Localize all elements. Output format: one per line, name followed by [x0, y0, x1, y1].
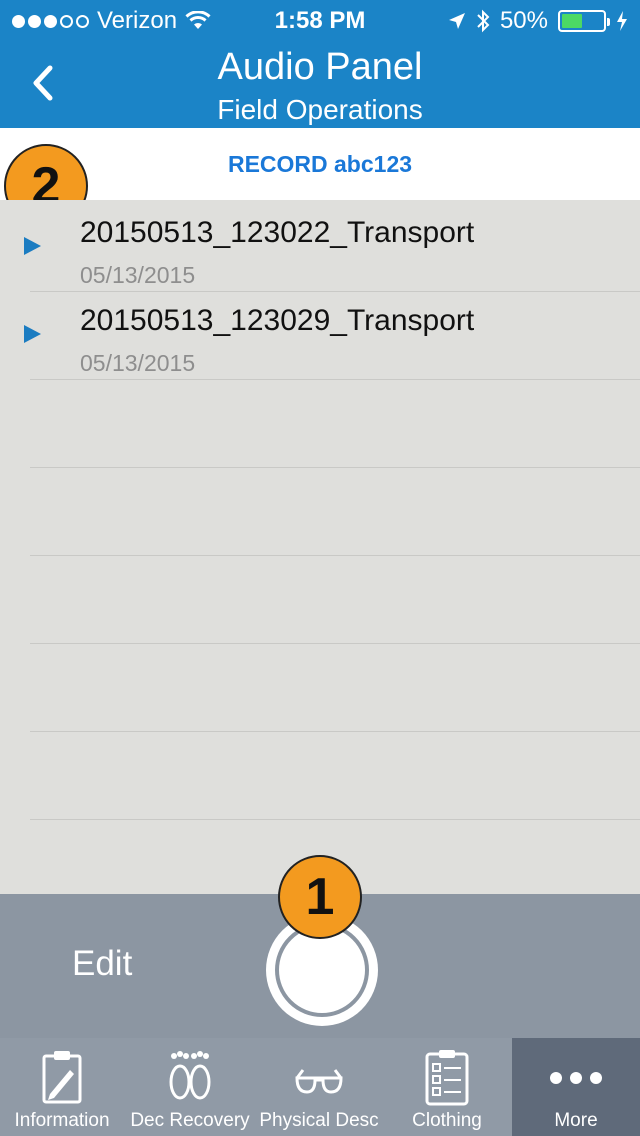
edit-button[interactable]: Edit — [72, 944, 132, 984]
empty-row — [0, 732, 640, 820]
tab-dec-recovery[interactable]: Dec Recovery — [124, 1038, 256, 1136]
record-link[interactable]: RECORD abc123 — [0, 151, 640, 178]
location-arrow-icon — [448, 13, 465, 29]
recording-row[interactable]: 20150513_123022_Transport 05/13/2015 — [0, 204, 640, 292]
tab-label: Information — [14, 1110, 110, 1131]
battery-percent: 50% — [499, 7, 548, 34]
recordings-list: 20150513_123022_Transport 05/13/2015 20150… — [0, 200, 640, 894]
bluetooth-icon — [477, 9, 490, 33]
charging-bolt-icon — [617, 11, 627, 31]
empty-row — [0, 644, 640, 732]
more-dots-icon — [550, 1072, 602, 1084]
tab-more[interactable]: More — [512, 1038, 640, 1136]
recording-name: 20150513_123029_Transport — [80, 304, 475, 337]
row-divider — [30, 819, 640, 820]
status-bar: Verizon 1:58 PM 50% — [0, 0, 640, 40]
empty-row — [0, 468, 640, 556]
play-icon[interactable] — [24, 325, 41, 343]
battery-icon — [558, 10, 610, 32]
page-title: Audio Panel — [217, 46, 423, 88]
glasses-icon — [295, 1069, 343, 1094]
recording-date: 05/13/2015 — [80, 262, 196, 288]
navigation-bar: Audio Panel Field Operations — [0, 40, 640, 128]
tab-bar: Information Dec Recovery Physical Desc C… — [0, 1038, 640, 1136]
empty-row — [0, 380, 640, 468]
tab-label: Dec Recovery — [130, 1110, 250, 1131]
footprints-icon — [169, 1051, 211, 1100]
tab-clothing[interactable]: Clothing — [382, 1038, 512, 1136]
tab-label: Clothing — [412, 1110, 482, 1131]
clipboard-pencil-icon — [42, 1051, 82, 1104]
empty-row — [0, 556, 640, 644]
tab-information[interactable]: Information — [0, 1038, 124, 1136]
tab-label: Physical Desc — [259, 1110, 379, 1131]
record-header: RECORD abc123 — [0, 128, 640, 200]
page-subtitle: Field Operations — [217, 94, 423, 125]
play-icon[interactable] — [24, 237, 41, 255]
callout-badge-1: 1 — [278, 855, 362, 939]
recording-row[interactable]: 20150513_123029_Transport 05/13/2015 — [0, 292, 640, 380]
recording-date: 05/13/2015 — [80, 350, 196, 376]
checklist-icon — [425, 1050, 469, 1106]
recording-name: 20150513_123022_Transport — [80, 216, 475, 249]
tab-label: More — [554, 1110, 598, 1131]
tab-physical-desc[interactable]: Physical Desc — [256, 1038, 382, 1136]
